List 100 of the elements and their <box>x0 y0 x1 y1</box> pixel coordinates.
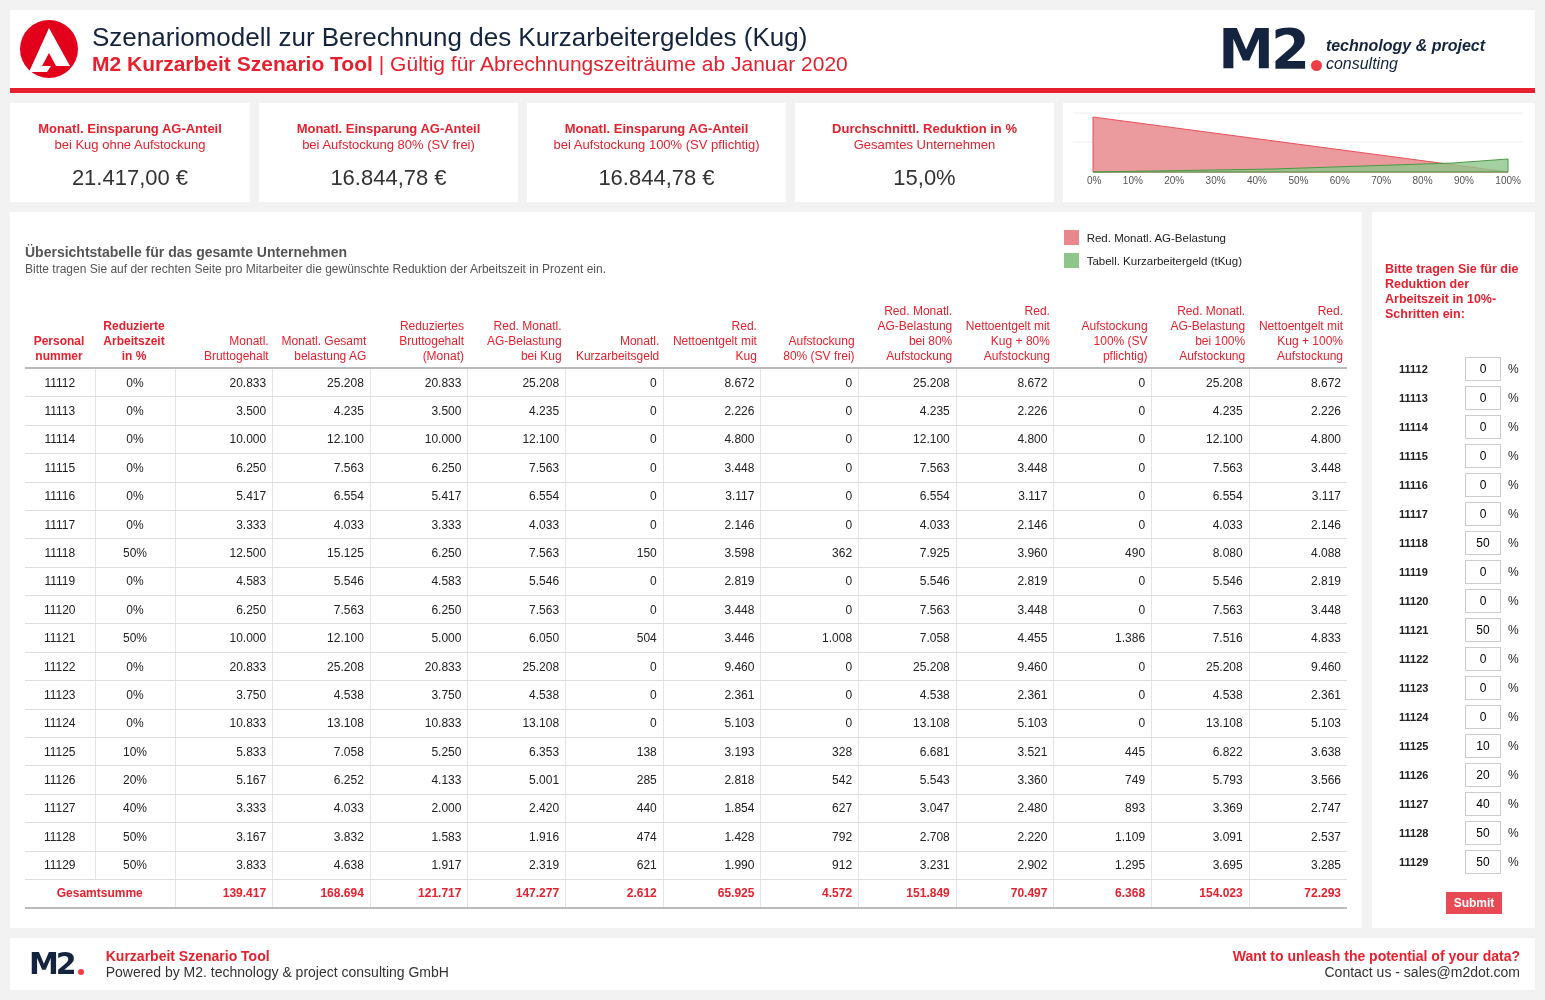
table-cell: 20.833 <box>370 652 468 681</box>
table-cell: 2.361 <box>663 680 761 710</box>
reduction-input[interactable]: 0 <box>1465 588 1501 613</box>
table-cell: 0 <box>1053 453 1152 482</box>
reduction-input[interactable]: 20 <box>1465 762 1501 787</box>
table-cell: 2.480 <box>956 794 1054 823</box>
reduction-input[interactable]: 0 <box>1465 356 1501 381</box>
reduction-input[interactable]: 50 <box>1465 617 1501 642</box>
table-cell: 25.208 <box>1151 368 1250 397</box>
kpi-title: Durchschnittl. Reduktion in % <box>832 120 1017 137</box>
reduction-input[interactable]: 0 <box>1465 704 1501 729</box>
table-cell: 0% <box>95 425 175 454</box>
table-cell: 0% <box>95 396 175 426</box>
table-cell: 749 <box>1053 765 1152 795</box>
reduction-input[interactable]: 0 <box>1465 443 1501 468</box>
table-cell: 6.250 <box>175 453 273 482</box>
table-cell: 7.563 <box>858 595 957 624</box>
table-cell: 0% <box>95 482 175 511</box>
table-cell: 13.108 <box>272 709 371 738</box>
axis-label: 60% <box>1329 174 1350 186</box>
table-cell: 1.854 <box>663 794 761 823</box>
reduction-input[interactable]: 0 <box>1465 414 1501 439</box>
table-cell: 3.500 <box>370 396 468 426</box>
employee-id: 11128 <box>1398 826 1430 839</box>
table-cell: 3.695 <box>1151 851 1250 880</box>
table-cell: 5.833 <box>175 737 273 766</box>
employee-id: 11119 <box>1398 565 1429 578</box>
table-cell: 11128 <box>25 822 95 852</box>
table-cell: 4.235 <box>272 396 371 426</box>
table-cell: 2.818 <box>663 765 761 795</box>
submit-button[interactable]: Submit <box>1446 892 1502 915</box>
table-cell: 0 <box>1053 368 1152 397</box>
table-cell: 2.226 <box>663 396 761 426</box>
table-cell: 0% <box>95 510 175 539</box>
axis-label: 100% <box>1495 174 1521 186</box>
table-cell: 0% <box>95 368 175 397</box>
footer-contact: Contact us - sales@m2dot.com <box>1324 964 1520 981</box>
table-cell: 792 <box>760 822 859 852</box>
table-cell: 2.146 <box>1249 510 1347 539</box>
table-cell: 0 <box>760 368 859 397</box>
table-cell: 0 <box>760 709 859 738</box>
axis-label: 80% <box>1412 174 1433 186</box>
table-cell: 20.833 <box>175 652 273 681</box>
reduction-input[interactable]: 50 <box>1465 530 1501 555</box>
table-cell: 2.319 <box>467 851 566 880</box>
kpi-subtitle: bei Aufstockung 100% (SV pflichtig) <box>553 136 760 153</box>
table-cell: 7.563 <box>272 453 371 482</box>
table-cell: 11125 <box>25 737 95 766</box>
percent-unit: % <box>1508 593 1519 608</box>
table-cell: 5.250 <box>370 737 468 766</box>
column-header: Red. Nettoentgelt mit Kug <box>663 304 761 369</box>
table-cell: 8.672 <box>663 368 761 397</box>
table-cell: 0% <box>95 595 175 624</box>
reduction-input[interactable]: 50 <box>1465 849 1501 874</box>
table-cell: 0 <box>1053 396 1152 426</box>
logo-tagline: consulting <box>1325 54 1399 73</box>
table-cell: 362 <box>760 538 859 568</box>
table-cell: 11120 <box>25 595 95 624</box>
page-title: Szenariomodell zur Berechnung des Kurzarbeitergeldes (Kug) <box>92 21 809 52</box>
employee-id: 11114 <box>1398 420 1429 433</box>
table-cell: 7.516 <box>1151 623 1250 653</box>
table-cell: 7.058 <box>272 737 371 766</box>
table-cell: 1.917 <box>370 851 468 880</box>
column-header: Red. Nettoentgelt mit Kug + 80% Aufstockung <box>956 304 1054 369</box>
axis-label: 20% <box>1164 174 1185 186</box>
reduction-input[interactable]: 0 <box>1465 501 1501 526</box>
employee-id: 11118 <box>1398 536 1429 549</box>
reduction-input[interactable]: 40 <box>1465 791 1501 816</box>
reduction-input[interactable]: 0 <box>1465 385 1501 410</box>
reduction-input[interactable]: 0 <box>1465 559 1501 584</box>
table-cell: 3.285 <box>1249 851 1347 880</box>
footer-title: Kurzarbeit Szenario Tool <box>105 948 271 965</box>
percent-unit: % <box>1508 506 1519 521</box>
table-cell: 7.563 <box>467 595 566 624</box>
table-cell: 5.103 <box>663 709 761 738</box>
table-cell: 0 <box>565 709 664 738</box>
kpi-subtitle: bei Aufstockung 80% (SV frei) <box>302 136 475 153</box>
reduction-input[interactable]: 10 <box>1465 733 1501 758</box>
table-cell: 5.543 <box>858 765 957 795</box>
table-cell: 3.598 <box>663 538 761 568</box>
table-cell: 5.546 <box>467 567 566 596</box>
table-cell: 0 <box>1053 595 1152 624</box>
reduction-input[interactable]: 0 <box>1465 646 1501 671</box>
table-cell: 150 <box>565 538 664 568</box>
employee-id: 11121 <box>1398 623 1430 636</box>
table-cell: 490 <box>1053 538 1152 568</box>
kpi-title: Monatl. Einsparung AG-Anteil <box>38 120 222 137</box>
reduction-input[interactable]: 0 <box>1465 675 1501 700</box>
reduction-input[interactable]: 0 <box>1465 472 1501 497</box>
total-cell: 4.572 <box>760 879 859 908</box>
axis-label: 90% <box>1453 174 1474 186</box>
table-cell: 13.108 <box>1151 709 1250 738</box>
column-header: Monatl. Gesamt belastung AG <box>272 304 371 369</box>
column-header: Red. Monatl. AG-Belastung bei 80% Aufstockung <box>858 304 957 369</box>
axis-label: 70% <box>1371 174 1392 186</box>
table-cell: 0 <box>760 396 859 426</box>
reduction-input[interactable]: 50 <box>1465 820 1501 845</box>
employee-id: 11112 <box>1398 362 1429 375</box>
table-cell: 4.583 <box>370 567 468 596</box>
employee-id: 11122 <box>1398 652 1430 665</box>
